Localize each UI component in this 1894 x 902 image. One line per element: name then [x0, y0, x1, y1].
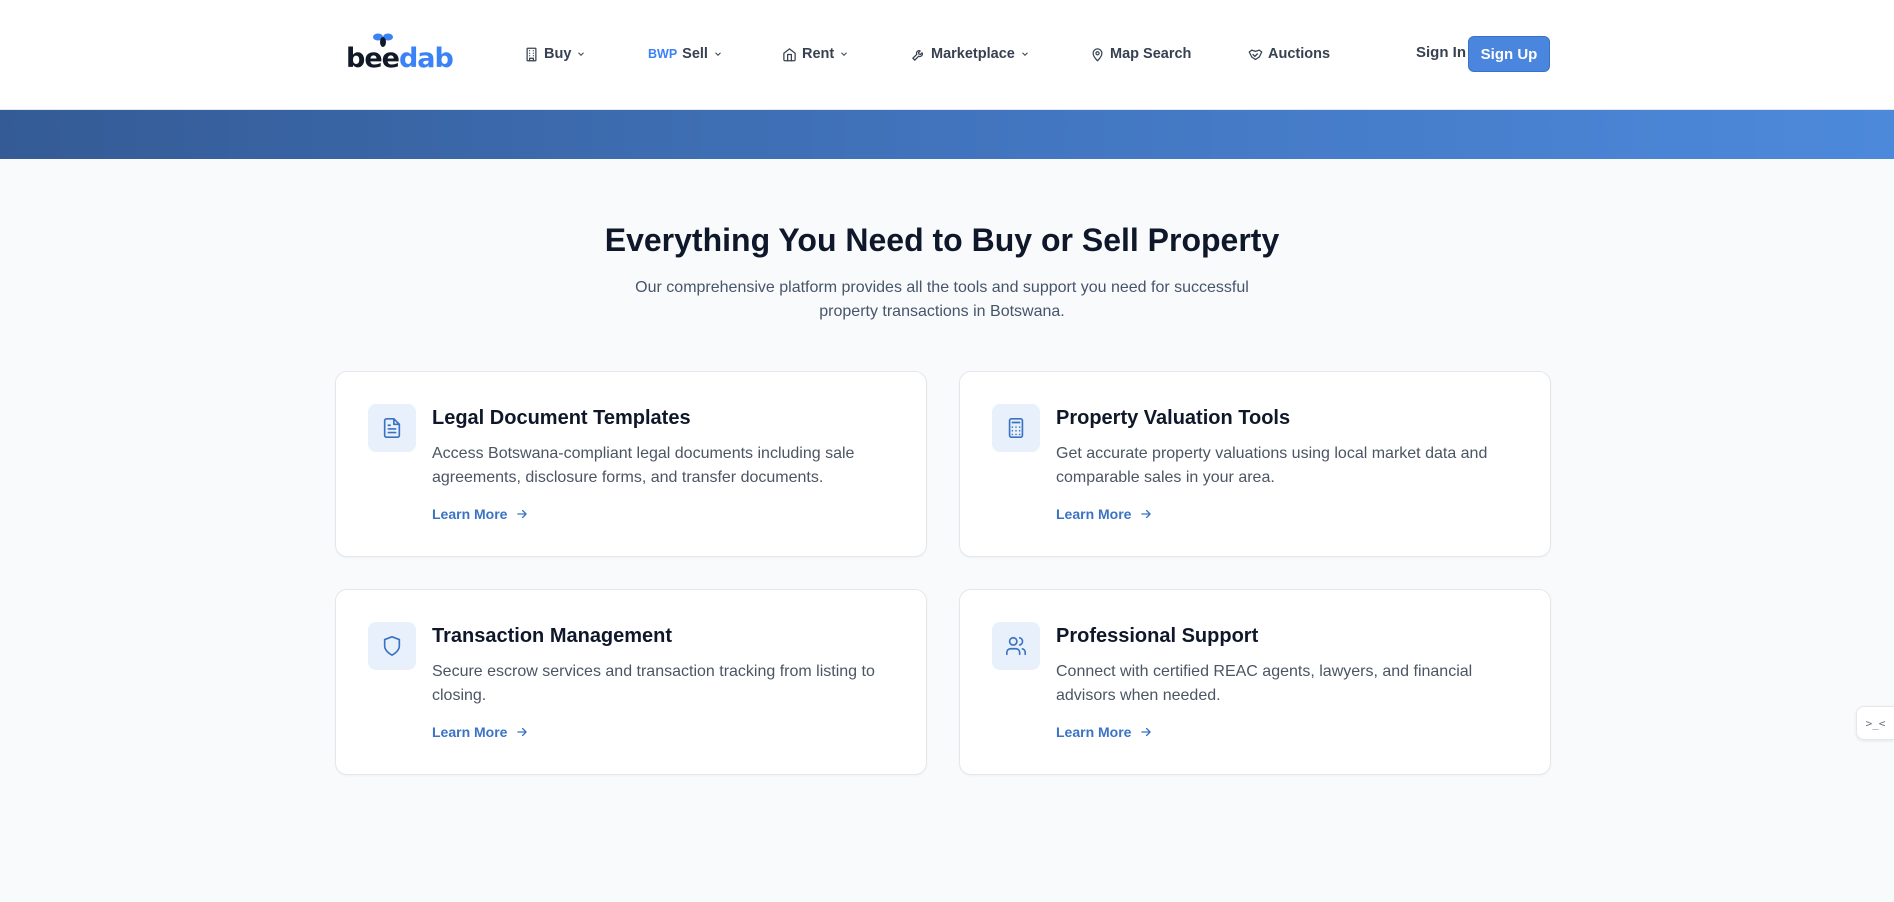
nav-buy-label: Buy — [544, 46, 572, 62]
nav-rent[interactable]: Rent — [782, 42, 849, 66]
building-icon — [526, 47, 537, 61]
home-icon — [783, 47, 796, 61]
feature-card-support: Professional Support Connect with certif… — [959, 589, 1551, 775]
nav-auctions[interactable]: Auctions — [1248, 42, 1330, 66]
chevron-down-icon — [1021, 52, 1028, 56]
nav-auctions-label: Auctions — [1268, 46, 1331, 62]
card-icon-box — [992, 404, 1040, 452]
card-icon-box — [992, 622, 1040, 670]
card-description: Connect with certified REAC agents, lawy… — [1056, 663, 1473, 704]
feature-card-legal: Legal Document Templates Access Botswana… — [335, 371, 927, 557]
bwp-currency-badge: BWP — [648, 47, 678, 61]
users-icon — [1006, 636, 1026, 656]
learn-more-label: Learn More — [432, 724, 508, 740]
calculator-icon — [1008, 418, 1024, 438]
feature-card-valuation: Property Valuation Tools Get accurate pr… — [959, 371, 1551, 557]
file-text-icon — [383, 418, 401, 438]
chevron-down-icon — [841, 52, 848, 56]
chevron-down-icon — [578, 52, 585, 56]
card-title: Transaction Management — [432, 625, 673, 647]
nav-sell[interactable]: BWP Sell — [648, 42, 723, 66]
learn-more-label: Learn More — [1056, 506, 1132, 522]
nav-map-search[interactable]: Map Search — [1090, 42, 1191, 66]
card-description: Secure escrow services and transaction t… — [432, 663, 875, 704]
learn-more-label: Learn More — [432, 506, 508, 522]
card-title: Property Valuation Tools — [1056, 407, 1291, 429]
nav-map-search-label: Map Search — [1110, 46, 1192, 62]
card-icon-box — [368, 404, 416, 452]
arrow-right-icon — [517, 509, 528, 519]
feature-card-transaction: Transaction Management Secure escrow ser… — [335, 589, 927, 775]
wrench-icon — [912, 49, 923, 61]
nav-marketplace[interactable]: Marketplace — [911, 42, 1030, 66]
card-title: Legal Document Templates — [432, 407, 691, 429]
learn-more-link[interactable]: Learn More — [1056, 724, 1153, 740]
section-subtitle: Our comprehensive platform provides all … — [635, 279, 1249, 320]
widget-face-icon: >_< — [1865, 716, 1886, 730]
site-header: bee dab Buy BWP Sell Rent Marketplace Map… — [0, 0, 1894, 110]
logo-text-dab: dab — [398, 43, 454, 74]
learn-more-link[interactable]: Learn More — [432, 724, 529, 740]
nav-buy[interactable]: Buy — [524, 42, 586, 66]
card-description: Access Botswana-compliant legal document… — [432, 445, 855, 486]
shield-icon — [383, 636, 401, 656]
arrow-right-icon — [517, 727, 528, 737]
map-pin-icon — [1092, 47, 1103, 61]
sign-up-button[interactable]: Sign Up — [1468, 36, 1550, 72]
nav-sell-label: Sell — [682, 46, 708, 62]
beedab-logo[interactable]: bee dab — [346, 33, 454, 74]
arrow-right-icon — [1141, 727, 1152, 737]
card-title: Professional Support — [1056, 625, 1259, 647]
section-title: Everything You Need to Buy or Sell Prope… — [604, 222, 1280, 258]
floating-assistant-widget[interactable]: >_< — [1856, 706, 1894, 740]
chevron-down-icon — [715, 52, 721, 56]
sign-in-link[interactable]: Sign In — [1416, 44, 1466, 61]
arrow-right-icon — [1141, 509, 1152, 519]
learn-more-link[interactable]: Learn More — [1056, 506, 1153, 522]
card-description: Get accurate property valuations using l… — [1056, 445, 1488, 486]
bee-logo-icon — [373, 33, 393, 47]
handshake-icon — [1248, 49, 1263, 60]
learn-more-label: Learn More — [1056, 724, 1132, 740]
card-icon-box — [368, 622, 416, 670]
hero-banner — [0, 110, 1894, 159]
nav-marketplace-label: Marketplace — [931, 46, 1015, 62]
learn-more-link[interactable]: Learn More — [432, 506, 529, 522]
nav-rent-label: Rent — [802, 46, 835, 62]
